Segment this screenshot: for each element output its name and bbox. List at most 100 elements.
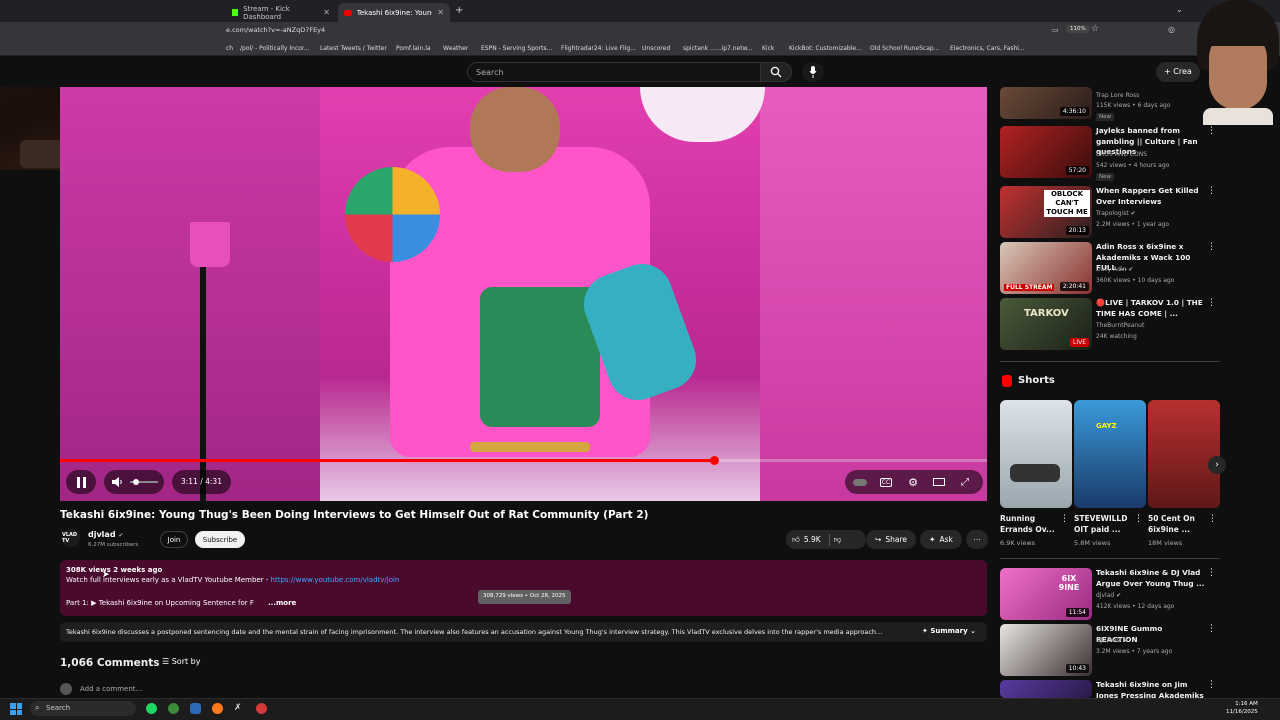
channel-avatar[interactable]: VLAD TV xyxy=(62,529,80,547)
taskbar-clock[interactable]: 1:16 AM 11/16/2025 xyxy=(1226,700,1258,716)
share-button[interactable]: ↪ Share xyxy=(866,530,916,549)
video-title[interactable]: 🔴LIVE | TARKOV 1.0 | THE TIME HAS COME |… xyxy=(1096,298,1206,319)
video-progress-bar[interactable] xyxy=(60,456,987,465)
volume-handle[interactable] xyxy=(133,479,139,485)
more-icon[interactable]: ⋮ xyxy=(1134,514,1143,524)
bookmark-item[interactable]: Weather xyxy=(443,45,468,52)
bookmark-item[interactable]: Old School RuneScap... xyxy=(870,45,939,52)
tab-kick-dashboard[interactable]: Stream - Kick Dashboard ✕ xyxy=(226,3,336,22)
video-thumbnail[interactable]: 6IX 9INE 11:54 xyxy=(1000,568,1092,620)
channel-name[interactable]: djvlad ✔ xyxy=(88,530,123,539)
taskbar-search[interactable]: Search xyxy=(30,701,136,716)
more-icon[interactable]: ⋮ xyxy=(1207,624,1216,634)
shorts-next-button[interactable]: › xyxy=(1208,456,1226,474)
autoplay-toggle[interactable] xyxy=(850,472,870,492)
recommended-video[interactable]: 10:43 6IX9INE Gummo REACTION DJ Ghost ✔ … xyxy=(1000,624,1220,676)
app-icon[interactable] xyxy=(256,703,267,714)
more-icon[interactable]: ⋮ xyxy=(1207,568,1216,578)
app-icon[interactable]: ✗ xyxy=(234,703,242,713)
video-thumbnail[interactable]: OBLOCK CAN'T TOUCH ME 20:13 xyxy=(1000,186,1092,238)
video-title[interactable]: When Rappers Get Killed Over Interviews xyxy=(1096,186,1206,207)
tab-list-chevron-icon[interactable]: ⌄ xyxy=(1176,5,1183,14)
dislike-button[interactable]: 👎︎ xyxy=(834,535,842,545)
summary-button[interactable]: ✦ Summary ⌄ xyxy=(922,627,976,635)
sort-by-button[interactable]: ☰ Sort by xyxy=(162,657,200,666)
video-thumbnail[interactable] xyxy=(1000,680,1092,698)
video-thumbnail[interactable]: 10:43 xyxy=(1000,624,1092,676)
recommended-video[interactable]: FULL STREAM 2:20:41 Adin Ross x 6ix9ine … xyxy=(1000,242,1220,294)
short-title[interactable]: STEVEWILLD OIT paid ... xyxy=(1074,513,1134,535)
more-icon[interactable]: ⋮ xyxy=(1207,126,1216,136)
channel-name[interactable]: Daily Adin ✔ xyxy=(1096,266,1133,273)
recommended-video[interactable]: TARKOV LIVE 🔴LIVE | TARKOV 1.0 | THE TIM… xyxy=(1000,298,1220,350)
channel-name[interactable]: BROS AND CONS xyxy=(1096,151,1147,158)
bookmark-item[interactable]: Flightradar24: Live Flig... xyxy=(561,45,636,52)
url-field[interactable]: e.com/watch?v=-aNZqD7FEy4 xyxy=(226,26,325,34)
ask-button[interactable]: ✦ Ask xyxy=(920,530,962,549)
settings-button[interactable]: ⚙ xyxy=(903,472,923,492)
firefox-icon[interactable] xyxy=(212,703,223,714)
channel-name[interactable]: djvlad ✔ xyxy=(1096,592,1121,599)
join-button[interactable]: Join xyxy=(160,531,188,548)
close-icon[interactable]: ✕ xyxy=(437,8,444,17)
cast-icon[interactable]: ▭ xyxy=(1052,26,1059,34)
more-icon[interactable]: ⋮ xyxy=(1207,242,1216,252)
short-title[interactable]: 50 Cent On 6ix9ine ... xyxy=(1148,513,1208,535)
steam-icon[interactable] xyxy=(190,703,201,714)
bookmark-item[interactable]: Latest Tweets / Twitter xyxy=(320,45,387,52)
more-icon[interactable]: ⋮ xyxy=(1208,514,1217,524)
search-input[interactable]: Search xyxy=(467,62,761,82)
app-icon[interactable] xyxy=(168,703,179,714)
fullscreen-button[interactable]: ⤢ xyxy=(955,472,975,492)
close-icon[interactable]: ✕ xyxy=(323,8,330,17)
extension-icon[interactable]: ◎ xyxy=(1168,25,1175,34)
bookmark-item[interactable]: Pomf.lain.la xyxy=(396,45,431,52)
spotify-icon[interactable] xyxy=(146,703,157,714)
show-more-button[interactable]: ...more xyxy=(268,599,296,607)
video-player[interactable] xyxy=(60,87,987,501)
bookmark-item[interactable]: ESPN - Serving Sports... xyxy=(481,45,552,52)
channel-name[interactable]: Trapologist ✔ xyxy=(1096,210,1136,217)
like-button[interactable]: 👍︎ 5.9K xyxy=(792,535,821,545)
search-button[interactable] xyxy=(760,62,792,82)
bookmark-item[interactable]: spictank ......ip7.netw... xyxy=(683,45,753,52)
more-icon[interactable]: ⋮ xyxy=(1207,186,1216,196)
video-thumbnail[interactable]: 57:20 xyxy=(1000,126,1092,178)
new-tab-button[interactable]: + xyxy=(455,5,463,16)
more-icon[interactable]: ⋮ xyxy=(1060,514,1069,524)
bookmark-item[interactable]: ch xyxy=(226,45,233,52)
add-comment-input[interactable]: Add a comment... xyxy=(80,685,142,693)
video-thumbnail[interactable]: FULL STREAM 2:20:41 xyxy=(1000,242,1092,294)
video-thumbnail[interactable]: TARKOV LIVE xyxy=(1000,298,1092,350)
captions-button[interactable]: CC xyxy=(876,472,896,492)
channel-name[interactable]: TheBurntPeanut xyxy=(1096,322,1144,329)
bookmark-item[interactable]: Electronics, Cars, Fashi... xyxy=(950,45,1025,52)
subscribe-button[interactable]: Subscribe xyxy=(195,531,245,548)
video-thumbnail[interactable]: 4:36:10 xyxy=(1000,87,1092,119)
video-title[interactable]: Tekashi 6ix9ine on Jim Jones Pressing Ak… xyxy=(1096,680,1206,698)
bookmark-item[interactable]: Unscored xyxy=(642,45,670,52)
recommended-video[interactable]: 4:36:10 Trap Lore Ross 115K views • 6 da… xyxy=(1000,87,1220,123)
more-actions-button[interactable]: ⋯ xyxy=(966,530,988,549)
bookmark-star-icon[interactable]: ☆ xyxy=(1091,24,1099,34)
video-title[interactable]: Tekashi 6ix9ine & DJ Vlad Argue Over You… xyxy=(1096,568,1206,589)
recommended-video[interactable]: 6IX 9INE 11:54 Tekashi 6ix9ine & DJ Vlad… xyxy=(1000,568,1220,620)
description-box[interactable] xyxy=(60,560,987,616)
theater-mode-button[interactable] xyxy=(929,472,949,492)
bookmark-item[interactable]: KickBot: Customizable... xyxy=(789,45,862,52)
more-icon[interactable]: ⋮ xyxy=(1207,680,1216,690)
recommended-video[interactable]: OBLOCK CAN'T TOUCH ME 20:13 When Rappers… xyxy=(1000,186,1220,238)
windows-start-icon[interactable] xyxy=(10,703,22,715)
recommended-video[interactable]: 57:20 Jayleks banned from gambling || Cu… xyxy=(1000,126,1220,181)
short-thumbnail[interactable]: GAYZ xyxy=(1074,400,1146,508)
more-icon[interactable]: ⋮ xyxy=(1207,298,1216,308)
short-title[interactable]: Running Errands Ov... xyxy=(1000,513,1060,535)
pause-button[interactable] xyxy=(66,470,96,494)
short-thumbnail[interactable] xyxy=(1000,400,1072,508)
recommended-video[interactable]: Tekashi 6ix9ine on Jim Jones Pressing Ak… xyxy=(1000,680,1220,698)
volume-control[interactable] xyxy=(104,470,164,494)
short-thumbnail[interactable] xyxy=(1148,400,1220,508)
channel-name[interactable]: DJ Ghost ✔ xyxy=(1096,637,1129,644)
zoom-badge[interactable]: 110% xyxy=(1066,25,1090,33)
member-link[interactable]: https://www.youtube.com/vladtv/join xyxy=(271,576,400,584)
